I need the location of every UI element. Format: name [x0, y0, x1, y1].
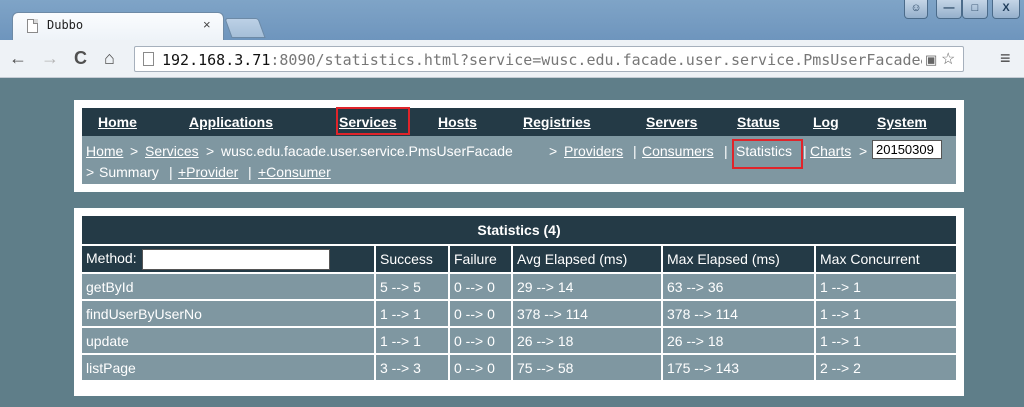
crumb-services[interactable]: Services — [145, 143, 199, 159]
avg-elapsed-cell: 378 --> 114 — [511, 299, 663, 328]
statistics-panel: Statistics (4) Method: Success Failure A… — [74, 208, 964, 396]
forward-arrow-icon[interactable]: → — [41, 48, 59, 68]
max-concurrent-cell: 2 --> 2 — [814, 353, 956, 382]
crumb-statistics: Statistics — [736, 143, 793, 159]
nav-system[interactable]: System — [877, 114, 927, 130]
max-elapsed-cell: 378 --> 114 — [661, 299, 816, 328]
nav-servers[interactable]: Servers — [646, 114, 697, 130]
success-cell: 3 --> 3 — [374, 353, 450, 382]
translate-icon[interactable]: ▣ — [925, 52, 937, 68]
nav-hosts[interactable]: Hosts — [438, 114, 477, 130]
method-filter-input[interactable] — [142, 248, 331, 270]
browser-tab[interactable]: Dubbo × — [12, 12, 224, 40]
nav-applications[interactable]: Applications — [189, 114, 273, 130]
page-icon — [143, 52, 154, 66]
method-cell: findUserByUserNo — [82, 299, 376, 328]
max-elapsed-cell: 175 --> 143 — [661, 353, 816, 382]
max-elapsed-cell: 26 --> 18 — [661, 326, 816, 355]
navigation-panel: Home Applications Services Hosts Registr… — [74, 100, 964, 192]
crumb-summary: Summary — [99, 164, 159, 180]
crumb-separator: > — [549, 143, 558, 159]
url-host: 192.168.3.71 — [162, 51, 271, 69]
method-cell: listPage — [82, 353, 376, 382]
maximize-button[interactable]: □ — [962, 0, 988, 19]
page-icon — [27, 19, 38, 33]
statistics-title: Statistics (4) — [82, 216, 956, 244]
avg-elapsed-cell: 29 --> 14 — [511, 272, 663, 301]
crumb-separator: > — [130, 143, 139, 159]
statistics-table: Method: Success Failure Avg Elapsed (ms)… — [82, 244, 956, 382]
add-consumer-link[interactable]: +Consumer — [258, 164, 331, 180]
max-concurrent-cell: 1 --> 1 — [814, 299, 956, 328]
close-tab-icon[interactable]: × — [203, 17, 211, 32]
avg-elapsed-cell: 26 --> 18 — [511, 326, 663, 355]
back-arrow-icon[interactable]: ← — [9, 48, 27, 68]
crumb-pipe: | — [633, 143, 637, 159]
url-text[interactable]: 192.168.3.71:8090/statistics.html?servic… — [162, 51, 922, 69]
close-window-button[interactable]: X — [992, 0, 1020, 19]
main-nav: Home Applications Services Hosts Registr… — [82, 108, 956, 136]
column-header: Max Elapsed (ms) — [661, 244, 816, 274]
table-row: update 1 --> 1 0 --> 0 26 --> 18 26 --> … — [82, 326, 956, 355]
breadcrumb: Home > Services > wusc.edu.facade.user.s… — [82, 136, 956, 184]
crumb-charts[interactable]: Charts — [810, 143, 851, 159]
nav-services[interactable]: Services — [339, 114, 397, 130]
method-label: Method: — [86, 249, 137, 266]
crumb-providers[interactable]: Providers — [564, 143, 623, 159]
success-cell: 5 --> 5 — [374, 272, 450, 301]
failure-cell: 0 --> 0 — [448, 353, 513, 382]
add-provider-link[interactable]: +Provider — [178, 164, 238, 180]
crumb-separator: > — [206, 143, 215, 159]
reload-icon[interactable]: C — [74, 48, 87, 68]
success-cell: 1 --> 1 — [374, 326, 450, 355]
tab-title: Dubbo — [47, 18, 84, 32]
avg-elapsed-cell: 75 --> 58 — [511, 353, 663, 382]
method-cell: getById — [82, 272, 376, 301]
table-header-row: Method: Success Failure Avg Elapsed (ms)… — [82, 244, 956, 274]
crumb-consumers[interactable]: Consumers — [642, 143, 714, 159]
max-concurrent-cell: 1 --> 1 — [814, 272, 956, 301]
menu-icon[interactable]: ≡ — [1000, 48, 1011, 69]
failure-cell: 0 --> 0 — [448, 272, 513, 301]
url-path: :8090/statistics.html?service=wusc.edu.f… — [270, 51, 922, 69]
crumb-home[interactable]: Home — [86, 143, 123, 159]
column-header: Avg Elapsed (ms) — [511, 244, 663, 274]
column-header: Failure — [448, 244, 513, 274]
home-icon[interactable]: ⌂ — [104, 48, 115, 68]
failure-cell: 0 --> 0 — [448, 299, 513, 328]
success-cell: 1 --> 1 — [374, 299, 450, 328]
crumb-separator: > — [86, 164, 95, 180]
table-row: listPage 3 --> 3 0 --> 0 75 --> 58 175 -… — [82, 353, 956, 382]
failure-cell: 0 --> 0 — [448, 326, 513, 355]
nav-registries[interactable]: Registries — [523, 114, 591, 130]
user-icon[interactable]: ☺ — [904, 0, 928, 19]
crumb-pipe: | — [803, 143, 807, 159]
bookmark-star-icon[interactable]: ☆ — [941, 49, 955, 69]
table-row: findUserByUserNo 1 --> 1 0 --> 0 378 -->… — [82, 299, 956, 328]
method-header: Method: — [82, 244, 376, 274]
minimize-button[interactable]: — — [936, 0, 962, 19]
nav-status[interactable]: Status — [737, 114, 780, 130]
browser-toolbar: ← → C ⌂ 192.168.3.71:8090/statistics.htm… — [0, 40, 1024, 78]
nav-home[interactable]: Home — [98, 114, 137, 130]
address-bar[interactable]: 192.168.3.71:8090/statistics.html?servic… — [134, 46, 964, 72]
new-tab-button[interactable] — [224, 18, 266, 38]
crumb-pipe: | — [724, 143, 728, 159]
crumb-service-name: wusc.edu.facade.user.service.PmsUserFaca… — [221, 143, 513, 159]
max-elapsed-cell: 63 --> 36 — [661, 272, 816, 301]
method-cell: update — [82, 326, 376, 355]
crumb-separator: > — [859, 143, 868, 159]
column-header: Max Concurrent — [814, 244, 956, 274]
browser-titlebar: Dubbo × ☺ — □ X — [0, 0, 1024, 40]
crumb-pipe: | — [248, 164, 252, 180]
max-concurrent-cell: 1 --> 1 — [814, 326, 956, 355]
nav-log[interactable]: Log — [813, 114, 839, 130]
date-field[interactable] — [872, 140, 942, 159]
column-header: Success — [374, 244, 450, 274]
table-row: getById 5 --> 5 0 --> 0 29 --> 14 63 -->… — [82, 272, 956, 301]
crumb-pipe: | — [169, 164, 173, 180]
